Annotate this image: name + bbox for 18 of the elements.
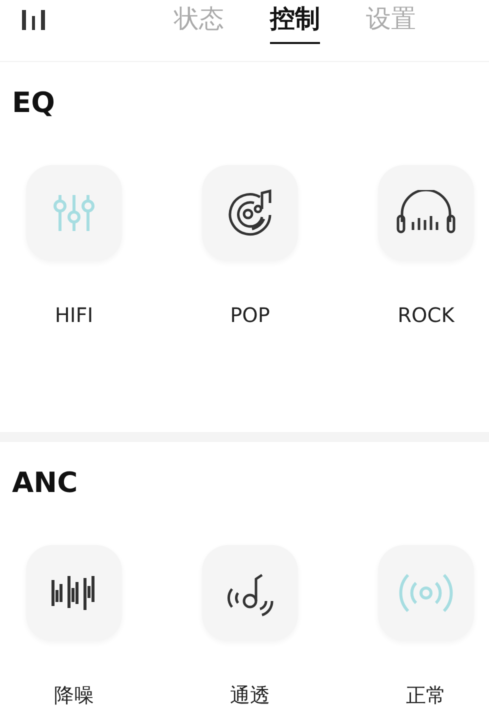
mode-label: 降噪 <box>54 682 94 707</box>
mode-label: 正常 <box>406 682 446 707</box>
tab[interactable]: 设置 <box>366 0 416 44</box>
tab[interactable]: 状态 <box>174 0 224 44</box>
headphones-icon <box>396 190 456 236</box>
mode-label: POP <box>230 302 270 327</box>
mode-button[interactable] <box>202 544 298 641</box>
mode-button[interactable] <box>378 164 474 261</box>
mode-label: ROCK <box>398 302 454 327</box>
menu-icon[interactable] <box>20 8 48 32</box>
mode-label: HIFI <box>54 302 94 327</box>
vinyl-record-icon <box>226 188 274 237</box>
section-title: ANC <box>12 468 79 499</box>
mode-button[interactable] <box>202 164 298 261</box>
mode-button[interactable] <box>26 544 122 641</box>
tab[interactable]: 控制 <box>270 0 320 44</box>
section-title: EQ <box>12 88 56 119</box>
mode-label: 通透 <box>230 682 270 707</box>
